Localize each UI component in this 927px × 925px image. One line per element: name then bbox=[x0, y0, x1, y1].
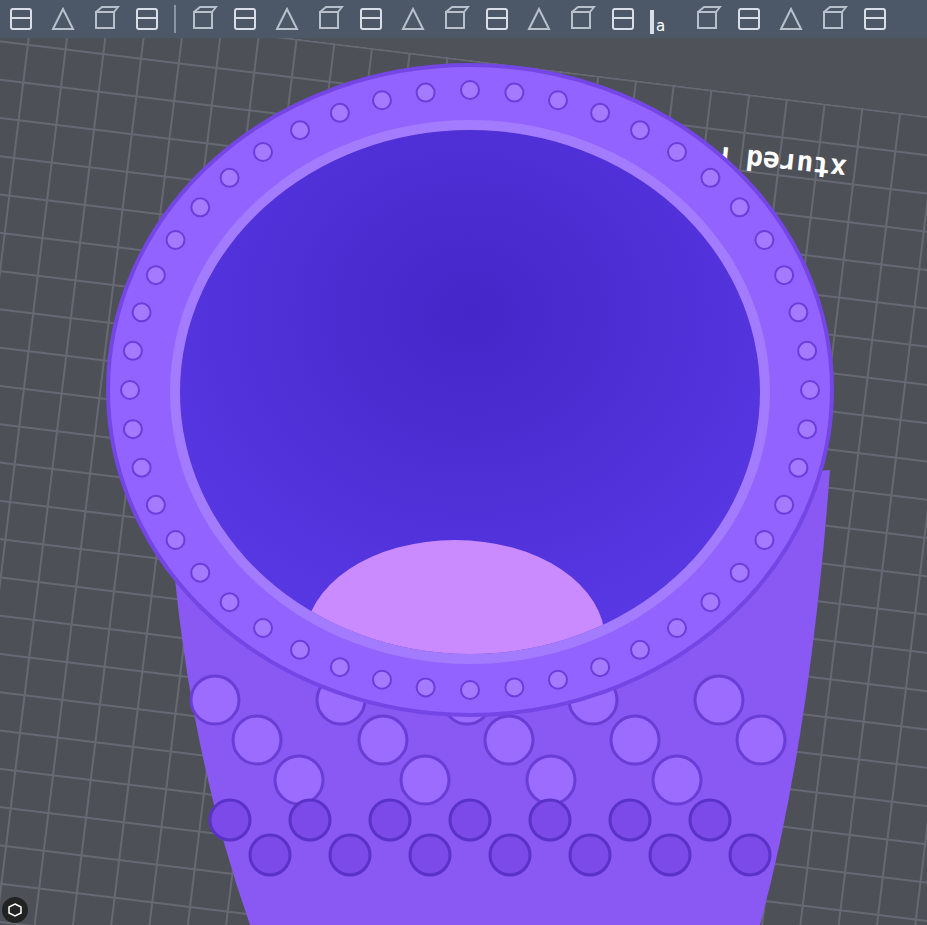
build-plate-view[interactable]: xtured P bbox=[0, 38, 927, 925]
tool-icon[interactable] bbox=[188, 4, 218, 34]
tool-icon[interactable] bbox=[608, 4, 638, 34]
tool-icon[interactable] bbox=[356, 4, 386, 34]
slicer-viewport: a xtured P bbox=[0, 0, 927, 925]
toolbar-separator bbox=[174, 5, 176, 33]
tool-icon[interactable] bbox=[818, 4, 848, 34]
tool-icon[interactable] bbox=[482, 4, 512, 34]
toolbar: a bbox=[0, 0, 927, 38]
tool-icon[interactable] bbox=[440, 4, 470, 34]
tool-icon[interactable] bbox=[230, 4, 260, 34]
tool-icon[interactable] bbox=[398, 4, 428, 34]
text-tool-button[interactable]: a bbox=[650, 4, 680, 34]
tool-icon[interactable] bbox=[776, 4, 806, 34]
tool-icon[interactable] bbox=[90, 4, 120, 34]
vase-model[interactable] bbox=[0, 38, 927, 925]
tool-icon[interactable] bbox=[48, 4, 78, 34]
tool-icon[interactable] bbox=[132, 4, 162, 34]
tool-icon[interactable] bbox=[6, 4, 36, 34]
tool-icon[interactable] bbox=[524, 4, 554, 34]
tool-icon[interactable] bbox=[860, 4, 890, 34]
tool-icon[interactable] bbox=[272, 4, 302, 34]
view-cube-icon[interactable] bbox=[2, 897, 28, 923]
tool-icon[interactable] bbox=[566, 4, 596, 34]
tool-icon[interactable] bbox=[692, 4, 722, 34]
tool-icon[interactable] bbox=[734, 4, 764, 34]
tool-icon[interactable] bbox=[314, 4, 344, 34]
